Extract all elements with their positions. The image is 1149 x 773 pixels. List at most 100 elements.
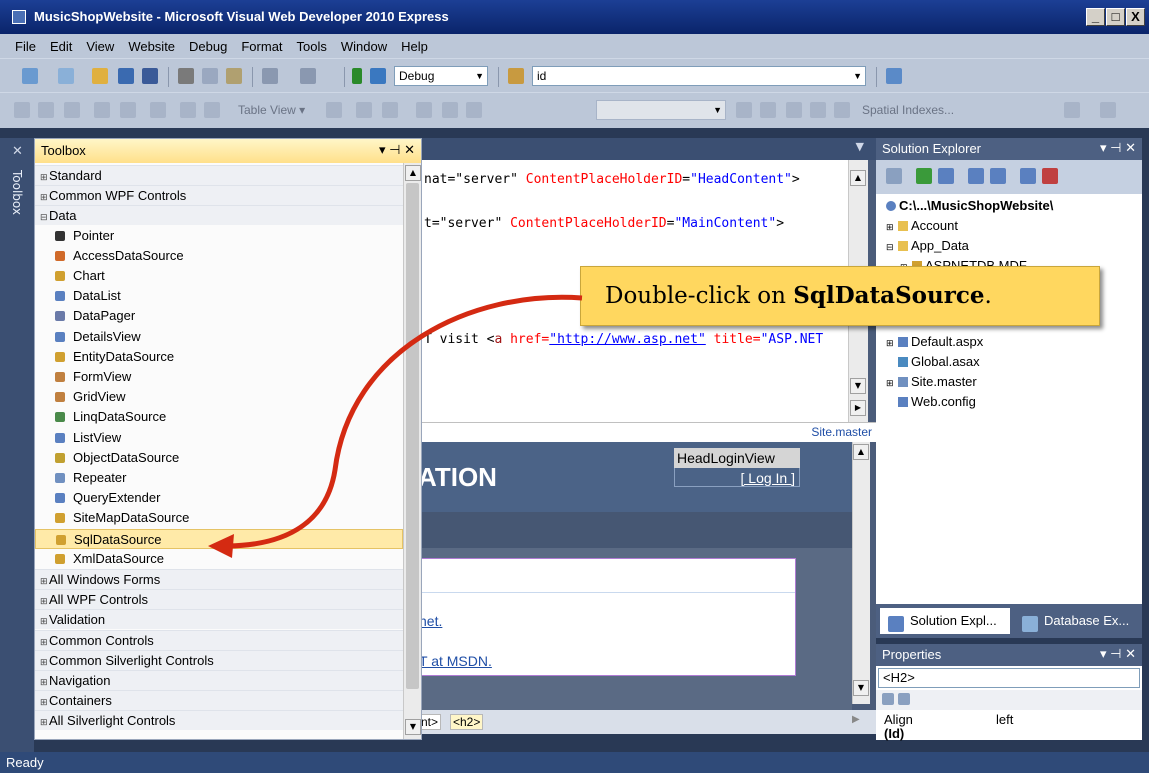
toolbox-controls[interactable]: ▾ ⊣ ✕: [379, 142, 415, 158]
scroll-down-icon[interactable]: ▼: [853, 680, 869, 696]
generate-script-icon[interactable]: [1064, 102, 1080, 118]
toolbox-item-datalist[interactable]: DataList: [35, 286, 403, 306]
table-icon[interactable]: [14, 102, 30, 118]
save-all-icon[interactable]: [142, 68, 158, 84]
toolbox-item-linqdatasource[interactable]: LinqDataSource: [35, 407, 403, 427]
properties-icon[interactable]: [1100, 102, 1116, 118]
tree-item-global-asax[interactable]: Global.asax: [886, 352, 980, 372]
redo-icon[interactable]: [300, 68, 316, 84]
menu-website[interactable]: Website: [121, 39, 182, 54]
design-vertical-scrollbar[interactable]: ▲ ▼: [852, 442, 870, 704]
find-in-files-icon[interactable]: [508, 68, 524, 84]
insert-table-icon[interactable]: [38, 102, 54, 118]
toolbox-item-pointer[interactable]: Pointer: [35, 226, 403, 246]
scroll-down-icon[interactable]: ▼: [405, 719, 421, 735]
save-icon[interactable]: [118, 68, 134, 84]
login-link[interactable]: [ Log In ]: [674, 468, 800, 487]
tree-item-default-aspx[interactable]: ⊞ Default.aspx: [886, 332, 983, 352]
copy-website-icon[interactable]: [1020, 168, 1036, 184]
view-in-browser-icon[interactable]: [370, 68, 386, 84]
view-designer-icon[interactable]: [990, 168, 1006, 184]
scrollbar-thumb[interactable]: [406, 183, 419, 689]
pin-icon[interactable]: ✕: [12, 144, 23, 159]
properties-object-select[interactable]: <H2>: [878, 668, 1140, 688]
toolbox-item-objectdatasource[interactable]: ObjectDataSource: [35, 448, 403, 468]
menu-file[interactable]: File: [8, 39, 43, 54]
view-code-icon[interactable]: [968, 168, 984, 184]
copy-icon[interactable]: [202, 68, 218, 84]
scroll-right-icon[interactable]: ▶: [852, 714, 860, 725]
solution-explorer-controls[interactable]: ▾ ⊣ ✕: [1100, 140, 1136, 156]
menu-edit[interactable]: Edit: [43, 39, 79, 54]
paste-icon[interactable]: [226, 68, 242, 84]
tree-item-app-data[interactable]: ⊟ App_Data: [886, 236, 969, 256]
toolbox-group-all-wpf-controls[interactable]: ⊞All WPF Controls: [35, 589, 403, 610]
toolbox-item-repeater[interactable]: Repeater: [35, 468, 403, 488]
alphabetical-icon[interactable]: [898, 693, 910, 705]
tree-item-site-master[interactable]: ⊞ Site.master: [886, 372, 977, 392]
site-master-link[interactable]: Site.master: [811, 425, 872, 439]
expand-icon[interactable]: ⊞: [886, 333, 894, 353]
check-constraint-icon[interactable]: [834, 102, 850, 118]
maximize-button[interactable]: □: [1106, 8, 1125, 26]
property-value-align[interactable]: left: [996, 712, 1013, 727]
undo-icon[interactable]: [262, 68, 278, 84]
fulltext-icon[interactable]: [786, 102, 802, 118]
scroll-up-icon[interactable]: ▲: [853, 444, 869, 460]
scroll-up-icon[interactable]: ▲: [405, 165, 421, 181]
menu-window[interactable]: Window: [334, 39, 394, 54]
relationship-icon[interactable]: [736, 102, 752, 118]
manage-indexes-icon[interactable]: [760, 102, 776, 118]
toolbox-group-all-windows-forms[interactable]: ⊞All Windows Forms: [35, 569, 403, 589]
nest-files-icon[interactable]: [938, 168, 954, 184]
index-icon[interactable]: [382, 102, 398, 118]
asp-net-link[interactable]: net.: [419, 613, 442, 629]
solution-root[interactable]: C:\...\MusicShopWebsite\: [886, 196, 1053, 216]
toolbox-item-detailsview[interactable]: DetailsView: [35, 327, 403, 347]
toolbox-item-sqldatasource[interactable]: SqlDataSource: [35, 528, 403, 549]
solution-explorer-icon[interactable]: [886, 68, 902, 84]
toolbox-item-sitemapdatasource[interactable]: SiteMapDataSource: [35, 508, 403, 528]
check-icon[interactable]: [180, 102, 196, 118]
insert-row-icon[interactable]: [94, 102, 110, 118]
menu-format[interactable]: Format: [234, 39, 289, 54]
toolbox-group-navigation[interactable]: ⊞Navigation: [35, 670, 403, 690]
design-content[interactable]: net. T at MSDN.: [416, 558, 796, 676]
cut-icon[interactable]: [178, 68, 194, 84]
toolbox-tab[interactable]: Toolbox: [10, 170, 24, 215]
toolbox-scrollbar[interactable]: ▲ ▼: [403, 163, 421, 739]
toolbox-group-all-silverlight-controls[interactable]: ⊞All Silverlight Controls: [35, 710, 403, 731]
table-view-dropdown[interactable]: Table View ▾: [238, 103, 305, 117]
relationships-icon[interactable]: [64, 102, 80, 118]
xml-index-icon[interactable]: [810, 102, 826, 118]
primary-key-icon[interactable]: [150, 102, 166, 118]
categorized-icon[interactable]: [882, 693, 894, 705]
toolbox-item-xmldatasource[interactable]: XmlDataSource: [35, 549, 403, 569]
tree-item-web-config[interactable]: Web.config: [886, 392, 976, 412]
toolbox-item-entitydatasource[interactable]: EntityDataSource: [35, 347, 403, 367]
solution-config-select[interactable]: Debug ▼: [394, 66, 488, 86]
menu-help[interactable]: Help: [394, 39, 435, 54]
menu-view[interactable]: View: [79, 39, 121, 54]
open-icon[interactable]: [92, 68, 108, 84]
toolbox-group-common-wpf-controls[interactable]: ⊞Common WPF Controls: [35, 185, 403, 206]
design-view[interactable]: ATION HeadLoginView [ Log In ] net. T at…: [416, 442, 852, 710]
scroll-up-icon[interactable]: ▲: [850, 170, 866, 186]
properties-icon[interactable]: [886, 168, 902, 184]
delete-row-icon[interactable]: [120, 102, 136, 118]
columns-icon[interactable]: [356, 102, 372, 118]
toolbox-item-queryextender[interactable]: QueryExtender: [35, 488, 403, 508]
toolbox-group-common-silverlight-controls[interactable]: ⊞Common Silverlight Controls: [35, 649, 403, 670]
toolbox-item-formview[interactable]: FormView: [35, 367, 403, 387]
format-select[interactable]: ▼: [596, 100, 726, 120]
new-project-icon[interactable]: [22, 68, 38, 84]
spatial-indexes-button[interactable]: Spatial Indexes...: [862, 103, 954, 117]
toolbox-group-data[interactable]: ⊟Data: [35, 205, 403, 226]
close-button[interactable]: X: [1126, 8, 1145, 26]
grid-icon[interactable]: [326, 102, 342, 118]
refresh-icon[interactable]: [916, 168, 932, 184]
start-debugging-icon[interactable]: [352, 68, 362, 84]
toolbox-group-validation[interactable]: ⊞Validation: [35, 609, 403, 630]
expand-icon[interactable]: ⊞: [886, 373, 894, 393]
menu-tools[interactable]: Tools: [290, 39, 334, 54]
